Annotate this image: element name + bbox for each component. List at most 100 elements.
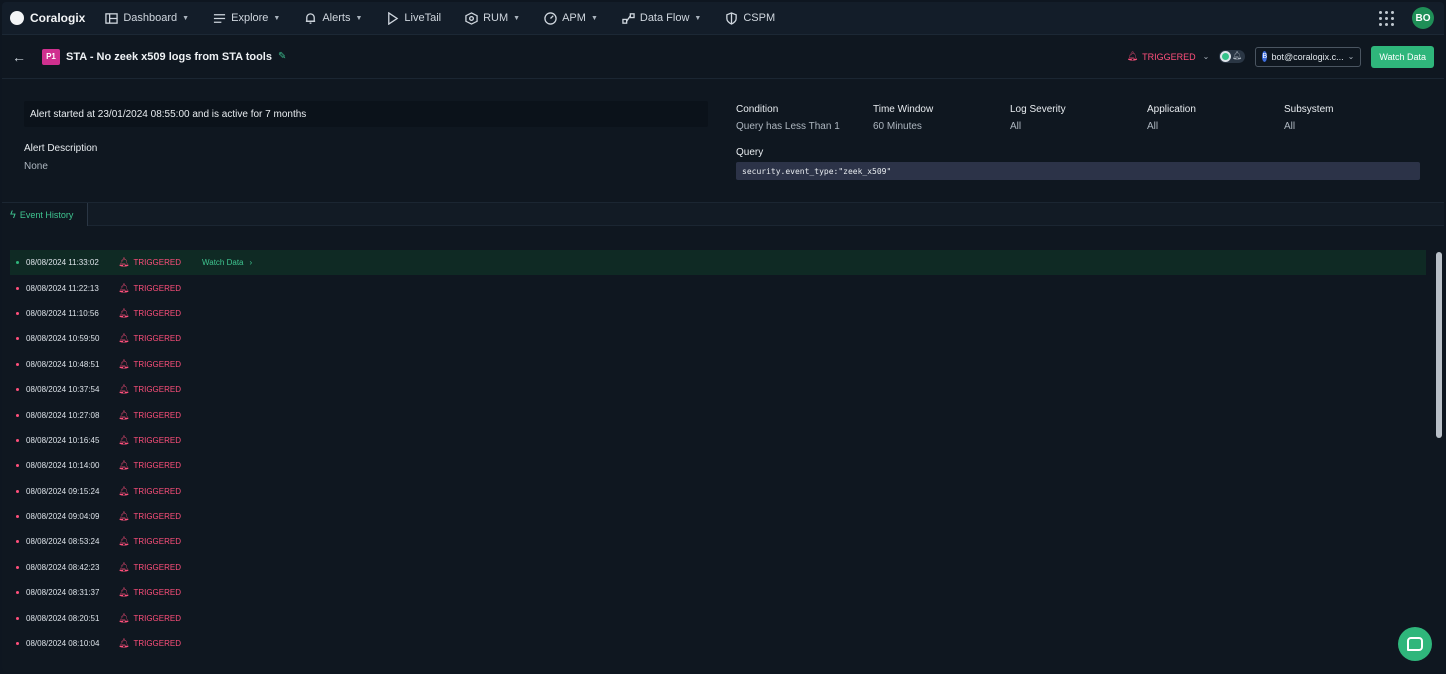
bell-icon: 🔔︎	[118, 358, 130, 369]
edit-pencil-icon[interactable]: ✎	[278, 51, 286, 62]
event-status-label: TRIGGERED	[133, 562, 181, 572]
scrollbar[interactable]	[1436, 252, 1442, 438]
timeline-dot	[16, 286, 19, 290]
event-row[interactable]: 08/08/2024 08:53:24 🔔︎ TRIGGERED	[10, 529, 1426, 554]
nav-item-label: Explore	[231, 12, 269, 24]
nav-item-explore[interactable]: Explore ▼	[213, 12, 280, 25]
nav-item-rum[interactable]: RUM ▼	[465, 11, 521, 25]
condition-value: Query has Less Than 1	[736, 121, 840, 132]
nav-right: BO	[1379, 7, 1436, 29]
caret-down-icon: ▼	[273, 14, 281, 22]
timeline-dot	[16, 311, 19, 315]
log-severity-field: Log Severity All	[1010, 104, 1066, 132]
timeline-dot	[16, 540, 19, 544]
event-row[interactable]: 08/08/2024 08:10:04 🔔︎ TRIGGERED	[10, 631, 1426, 656]
event-row[interactable]: 08/08/2024 08:20:51 🔔︎ TRIGGERED	[10, 605, 1426, 630]
application-label: Application	[1147, 104, 1196, 115]
event-timestamp: 08/08/2024 09:15:24	[26, 486, 100, 496]
description-value: None	[24, 161, 48, 172]
event-timestamp: 08/08/2024 08:53:24	[26, 537, 100, 547]
nav-item-apm[interactable]: APM ▼	[544, 11, 598, 25]
subsystem-label: Subsystem	[1284, 104, 1334, 115]
event-row[interactable]: 08/08/2024 10:48:51 🔔︎ TRIGGERED	[10, 352, 1426, 377]
gauge-icon	[544, 11, 557, 25]
event-status-label: TRIGGERED	[133, 537, 181, 547]
watch-data-link[interactable]: Watch Data ›	[202, 258, 252, 267]
event-row[interactable]: 08/08/2024 10:37:54 🔔︎ TRIGGERED	[10, 377, 1426, 402]
event-row[interactable]: 08/08/2024 11:33:02 🔔︎ TRIGGERED Watch Data…	[10, 250, 1426, 276]
avatar[interactable]: BO	[1412, 7, 1434, 29]
nav-item-dashboard[interactable]: Dashboard ▼	[105, 12, 189, 25]
event-row[interactable]: 08/08/2024 10:27:08 🔔︎ TRIGGERED	[10, 402, 1426, 427]
event-status-label: TRIGGERED	[133, 613, 181, 623]
mute-toggle[interactable]: 🔔︎	[1219, 50, 1246, 63]
priority-badge: P1	[42, 48, 60, 65]
condition-label: Condition	[736, 104, 779, 115]
logo-text: Coralogix	[30, 11, 86, 25]
timeline-dot	[16, 337, 19, 341]
event-row[interactable]: 08/08/2024 08:42:23 🔔︎ TRIGGERED	[10, 555, 1426, 580]
event-status-label: TRIGGERED	[133, 410, 181, 420]
lightning-icon: ϟ	[10, 208, 16, 221]
user-select[interactable]: B bot@coralogix.c... ⌄	[1255, 46, 1362, 67]
event-row[interactable]: 08/08/2024 10:14:00 🔔︎ TRIGGERED	[10, 453, 1426, 478]
subsystem-field: Subsystem All	[1284, 104, 1333, 132]
back-arrow-icon[interactable]: ←	[12, 49, 26, 65]
event-timestamp: 08/08/2024 10:27:08	[26, 410, 100, 420]
event-row[interactable]: 08/08/2024 09:04:09 🔔︎ TRIGGERED	[10, 504, 1426, 529]
caret-down-icon: ▼	[590, 14, 598, 22]
alert-started-text: Alert started at 23/01/2024 08:55:00 and…	[24, 101, 708, 127]
event-timestamp: 08/08/2024 10:14:00	[26, 461, 100, 471]
chat-button[interactable]	[1398, 627, 1432, 661]
alert-status-label: TRIGGERED	[1142, 51, 1196, 62]
nav-item-cspm[interactable]: CSPM	[725, 11, 775, 25]
nav-item-alerts[interactable]: Alerts ▼	[304, 12, 362, 25]
query-value: security.event_type:"zeek_x509"	[736, 162, 1420, 180]
nav-menu: Dashboard ▼ Explore ▼ Alerts ▼ LiveTail RUM ▼ APM…	[105, 11, 799, 25]
dataflow-icon	[622, 12, 635, 25]
nav-item-label: LiveTail	[404, 12, 442, 24]
explore-icon	[213, 12, 226, 25]
event-status-label: TRIGGERED	[133, 639, 181, 649]
caret-down-icon: ▼	[513, 14, 521, 22]
alert-title-bar: ← P1 STA - No zeek x509 logs from STA to…	[2, 35, 1444, 79]
logo[interactable]: Coralogix	[10, 11, 85, 25]
event-status-label: TRIGGERED	[133, 435, 181, 445]
nav-item-label: RUM	[483, 12, 509, 24]
event-status: 🔔︎ TRIGGERED	[118, 562, 181, 573]
event-status-label: TRIGGERED	[133, 258, 181, 268]
event-timestamp: 08/08/2024 08:10:04	[26, 639, 100, 649]
event-status: 🔔︎ TRIGGERED	[118, 435, 181, 446]
event-status-label: TRIGGERED	[133, 308, 181, 318]
event-row[interactable]: 08/08/2024 08:31:37 🔔︎ TRIGGERED	[10, 580, 1426, 605]
nav-item-livetail[interactable]: LiveTail	[386, 11, 442, 25]
bell-icon: 🔔︎	[118, 485, 130, 496]
nav-item-label: Dashboard	[123, 12, 178, 24]
condition-field: Condition Query has Less Than 1	[736, 104, 840, 132]
event-row[interactable]: 08/08/2024 09:15:24 🔔︎ TRIGGERED	[10, 479, 1426, 504]
play-icon	[386, 11, 399, 25]
event-timestamp: 08/08/2024 08:42:23	[26, 562, 100, 572]
log-severity-label: Log Severity	[1010, 104, 1066, 115]
apps-grid-icon[interactable]	[1379, 10, 1394, 26]
bell-icon: 🔔︎	[118, 536, 130, 547]
watch-data-button[interactable]: Watch Data	[1371, 45, 1434, 68]
event-timestamp: 08/08/2024 11:22:13	[26, 283, 99, 293]
nav-item-label: APM	[562, 12, 586, 24]
event-row[interactable]: 08/08/2024 10:59:50 🔔︎ TRIGGERED	[10, 326, 1426, 351]
event-history-list: 08/08/2024 11:33:02 🔔︎ TRIGGERED Watch Data…	[10, 250, 1426, 656]
tab-event-history[interactable]: ϟ Event History	[2, 203, 88, 226]
nav-item-data-flow[interactable]: Data Flow ▼	[622, 12, 701, 25]
timeline-dot	[16, 362, 19, 366]
logo-icon	[10, 11, 24, 25]
caret-down-icon: ▼	[355, 14, 363, 22]
alert-status-dropdown[interactable]: 🔔︎ TRIGGERED ⌄	[1127, 51, 1210, 62]
bell-icon: 🔔︎	[118, 307, 130, 318]
event-row[interactable]: 08/08/2024 11:10:56 🔔︎ TRIGGERED	[10, 301, 1426, 326]
timeline-dot	[16, 438, 19, 442]
event-row[interactable]: 08/08/2024 10:16:45 🔔︎ TRIGGERED	[10, 428, 1426, 453]
top-nav: Coralogix Dashboard ▼ Explore ▼ Alerts ▼ LiveT…	[2, 2, 1444, 35]
event-status: 🔔︎ TRIGGERED	[118, 536, 181, 547]
event-status: 🔔︎ TRIGGERED	[118, 486, 181, 497]
event-row[interactable]: 08/08/2024 11:22:13 🔔︎ TRIGGERED	[10, 275, 1426, 300]
